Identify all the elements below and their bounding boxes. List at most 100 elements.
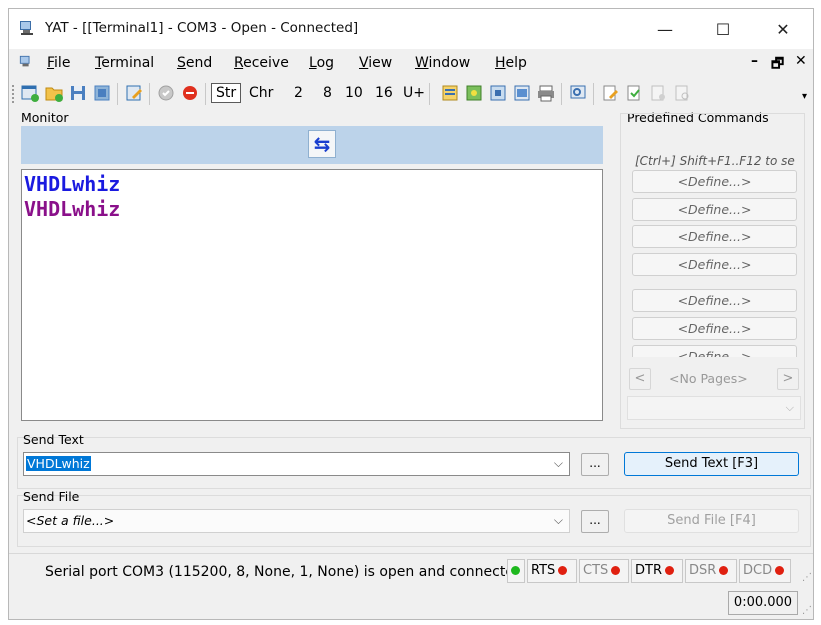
mdi-minimize-button[interactable]: – <box>751 53 758 69</box>
signal-rts-led-icon <box>558 566 568 575</box>
signal-dtr-label: DTR <box>635 563 662 578</box>
save-icon[interactable] <box>67 82 89 104</box>
find-icon[interactable] <box>567 82 589 104</box>
new-terminal-icon[interactable] <box>19 82 41 104</box>
app-window: YAT - [[Terminal1] - COM3 - Open - Conne… <box>8 8 814 620</box>
predefined-button-7[interactable]: <Define...> <box>632 345 797 357</box>
radix-bin-button[interactable]: 2 <box>294 85 303 101</box>
toolbar-separator <box>561 83 562 105</box>
toolbar-separator <box>593 83 594 105</box>
radix-string-toggle[interactable]: Str <box>211 83 242 103</box>
page-select[interactable]: ⌵ <box>627 396 801 420</box>
send-text-button[interactable]: Send Text [F3] <box>624 452 799 476</box>
log-clear-icon[interactable] <box>671 82 693 104</box>
radix-unicode-button[interactable]: U+ <box>403 85 425 101</box>
radix-char-button[interactable]: Chr <box>249 85 273 101</box>
print-icon[interactable] <box>535 82 557 104</box>
log-off-icon[interactable] <box>647 82 669 104</box>
predefined-button-3[interactable]: <Define...> <box>632 225 797 248</box>
monitor-panel[interactable]: VHDLwhiz VHDLwhiz <box>21 169 603 421</box>
toolbar-separator <box>429 83 430 105</box>
log-edit-icon[interactable] <box>599 82 621 104</box>
monitor-line-tx: VHDLwhiz <box>24 172 121 196</box>
page-next-button[interactable]: > <box>777 368 799 390</box>
monitor-icon[interactable] <box>511 82 533 104</box>
radix-dec-button[interactable]: 10 <box>345 85 363 101</box>
toolbar: Str Chr 2 8 10 16 U+ ▾ <box>9 77 813 111</box>
connected-icon <box>511 566 520 575</box>
send-text-value[interactable]: VHDLwhiz <box>26 456 91 471</box>
maximize-button[interactable]: ☐ <box>694 9 752 49</box>
signal-dtr[interactable]: DTR <box>631 559 683 583</box>
close-port-icon[interactable] <box>179 82 201 104</box>
menu-window[interactable]: Window <box>415 55 470 71</box>
open-folder-icon[interactable] <box>43 82 65 104</box>
radix-oct-button[interactable]: 8 <box>323 85 332 101</box>
chevron-down-icon[interactable]: ⌵ <box>554 513 563 528</box>
signal-dsr: DSR <box>685 559 737 583</box>
close-button[interactable]: ✕ <box>754 9 812 49</box>
predefined-button-5[interactable]: <Define...> <box>632 289 797 312</box>
signal-cts-led-icon <box>611 566 621 575</box>
signal-dcd: DCD <box>739 559 791 583</box>
predefined-button-4[interactable]: <Define...> <box>632 253 797 276</box>
minimize-icon: — <box>657 19 673 39</box>
send-file-browse-button[interactable]: ... <box>581 510 609 533</box>
yat-app-icon <box>20 21 33 35</box>
chevron-down-icon[interactable]: ⌵ <box>554 456 563 471</box>
log-on-icon[interactable] <box>623 82 645 104</box>
predefined-button-2[interactable]: <Define...> <box>632 198 797 221</box>
toolbar-separator <box>117 83 118 105</box>
page-prev-button[interactable]: < <box>629 368 651 390</box>
menu-file[interactable]: File <box>47 55 70 71</box>
monitor-line-rx: VHDLwhiz <box>24 197 121 221</box>
menu-view[interactable]: View <box>359 55 392 71</box>
script-icon[interactable] <box>463 82 485 104</box>
elapsed-time: 0:00.000 <box>728 591 798 615</box>
signal-dsr-label: DSR <box>689 563 717 578</box>
mdi-restore-button[interactable]: 🗗 <box>771 53 784 77</box>
send-file-placeholder: <Set a file...> <box>26 513 115 528</box>
signal-dtr-led-icon <box>664 566 674 575</box>
send-file-button[interactable]: Send File [F4] <box>624 509 799 533</box>
signal-dsr-led-icon <box>719 566 729 575</box>
signal-rts[interactable]: RTS <box>527 559 577 583</box>
menu-send[interactable]: Send <box>177 55 212 71</box>
save-workspace-icon[interactable] <box>91 82 113 104</box>
resize-grip-icon[interactable]: ⋰ <box>802 572 812 583</box>
connection-indicator <box>507 559 525 583</box>
predefined-button-1[interactable]: <Define...> <box>632 170 797 193</box>
menu-log[interactable]: Log <box>309 55 334 71</box>
predefined-button-7-clip: <Define...> <box>632 345 797 357</box>
send-file-combo[interactable]: <Set a file...> ⌵ <box>23 509 570 533</box>
predefined-button-6[interactable]: <Define...> <box>632 317 797 340</box>
swap-direction-icon[interactable]: ⇆ <box>308 130 336 158</box>
toolbar-separator <box>205 83 206 105</box>
monitor-label: Monitor <box>21 110 69 125</box>
terminal-doc-icon[interactable] <box>19 55 33 69</box>
status-bar: Serial port COM3 (115200, 8, None, 1, No… <box>9 553 813 588</box>
menu-help[interactable]: Help <box>495 55 527 71</box>
resize-grip-icon[interactable]: ⋰ <box>802 605 812 616</box>
terminal-settings-icon[interactable] <box>487 82 509 104</box>
toolbar-overflow-icon[interactable]: ▾ <box>802 91 807 102</box>
menu-receive[interactable]: Receive <box>234 55 289 71</box>
signal-dcd-label: DCD <box>743 563 773 578</box>
radix-hex-button[interactable]: 16 <box>375 85 393 101</box>
open-port-icon[interactable] <box>155 82 177 104</box>
format-icon[interactable] <box>439 82 461 104</box>
signal-cts-label: CTS <box>583 563 609 578</box>
maximize-icon: ☐ <box>715 19 731 39</box>
settings-edit-icon[interactable] <box>123 82 145 104</box>
mdi-close-button[interactable]: ✕ <box>795 53 807 69</box>
close-icon: ✕ <box>776 19 790 39</box>
send-text-browse-button[interactable]: ... <box>581 453 609 476</box>
toolbar-separator <box>149 83 150 105</box>
toolbar-grip[interactable] <box>12 85 16 103</box>
menu-terminal[interactable]: Terminal <box>95 55 154 71</box>
page-indicator: <No Pages> <box>669 371 748 386</box>
monitor-header: ⇆ <box>21 126 603 164</box>
title-bar[interactable]: YAT - [[Terminal1] - COM3 - Open - Conne… <box>9 9 813 49</box>
send-text-combo[interactable]: VHDLwhiz ⌵ <box>23 452 570 476</box>
minimize-button[interactable]: — <box>636 9 694 49</box>
